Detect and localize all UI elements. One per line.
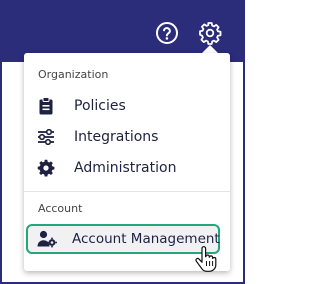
menu-item-label: Administration [74,160,177,176]
settings-dropdown-menu: Organization Policies Integrations Admin… [24,53,230,271]
hand-pointer-cursor-icon [195,246,217,272]
user-gear-icon [37,229,57,249]
organization-section-header: Organization [38,68,109,81]
account-section-header: Account [38,202,83,215]
menu-item-policies[interactable]: Policies [32,92,222,120]
menu-divider [24,191,230,192]
menu-item-administration[interactable]: Administration [32,154,222,182]
menu-item-integrations[interactable]: Integrations [32,123,222,151]
menu-item-label: Policies [74,98,126,114]
settings-gear-icon[interactable] [197,20,223,46]
menu-item-account-management[interactable]: Account Management [26,224,220,254]
help-icon[interactable] [154,20,180,46]
menu-item-label: Account Management [72,231,220,247]
gear-icon [36,158,56,178]
sliders-icon [36,127,56,147]
clipboard-icon [36,96,56,116]
menu-item-label: Integrations [74,129,159,145]
